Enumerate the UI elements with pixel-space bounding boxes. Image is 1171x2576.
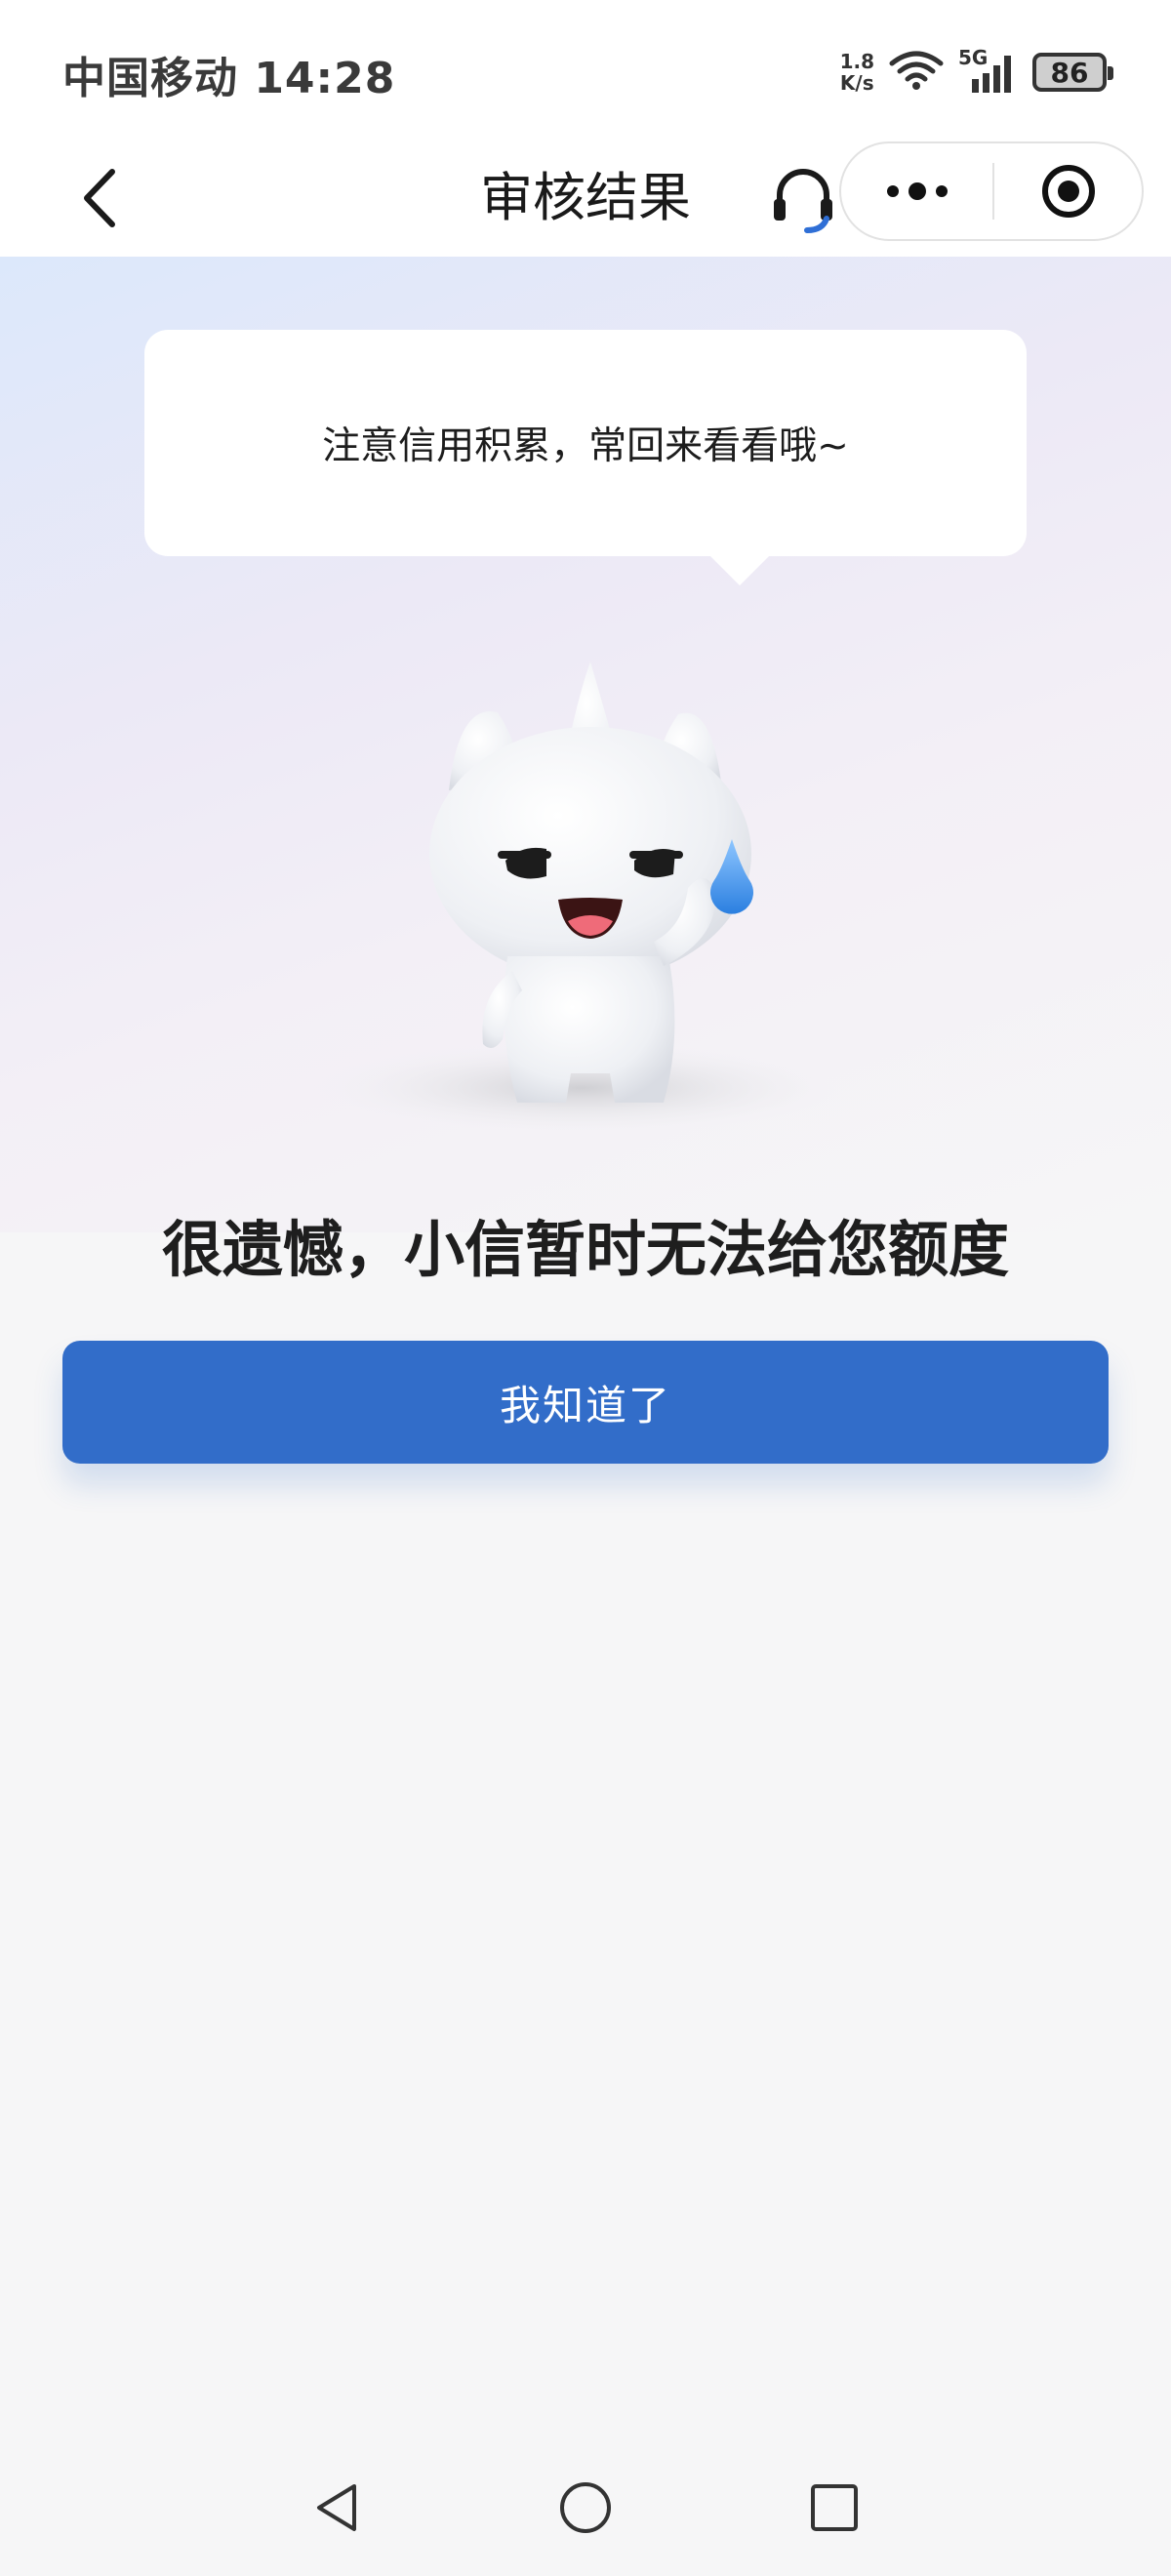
speech-bubble: 注意信用积累，常回来看看哦~	[144, 330, 1027, 585]
carrier-time: 中国移动 14:28	[62, 54, 396, 103]
system-recents-button[interactable]	[790, 2464, 878, 2552]
net-speed-unit: K/s	[839, 71, 874, 95]
acknowledge-button[interactable]: 我知道了	[62, 1341, 1109, 1464]
system-back-button[interactable]	[293, 2464, 381, 2552]
close-mini-program-button[interactable]	[994, 143, 1142, 239]
net-speed: 1.8 K/s	[840, 51, 874, 94]
system-nav-bar	[0, 2459, 1171, 2566]
system-home-button[interactable]	[542, 2464, 629, 2552]
battery-indicator: 86	[1032, 53, 1113, 92]
customer-service-button[interactable]	[759, 155, 847, 243]
nav-recents-icon	[811, 2484, 858, 2531]
headset-icon	[774, 169, 832, 233]
net-speed-value: 1.8	[839, 50, 874, 73]
wifi-icon	[888, 48, 945, 97]
close-target-icon	[1041, 165, 1095, 218]
mini-program-capsule	[839, 141, 1144, 241]
signal-icon: 5G	[958, 46, 1019, 95]
mascot-illustration	[312, 662, 849, 1135]
status-icons: 1.8 K/s 5G 86	[840, 43, 1113, 101]
more-button[interactable]	[841, 143, 992, 239]
more-icon	[886, 182, 948, 200]
result-title: 很遗憾，小信暂时无法给您额度	[161, 1214, 1009, 1285]
nav-back-icon	[317, 2484, 356, 2531]
nav-home-icon	[560, 2482, 611, 2533]
nav-bar: 审核结果	[0, 141, 1171, 257]
status-bar: 中国移动 14:28 1.8 K/s 5G 86	[0, 0, 1171, 141]
